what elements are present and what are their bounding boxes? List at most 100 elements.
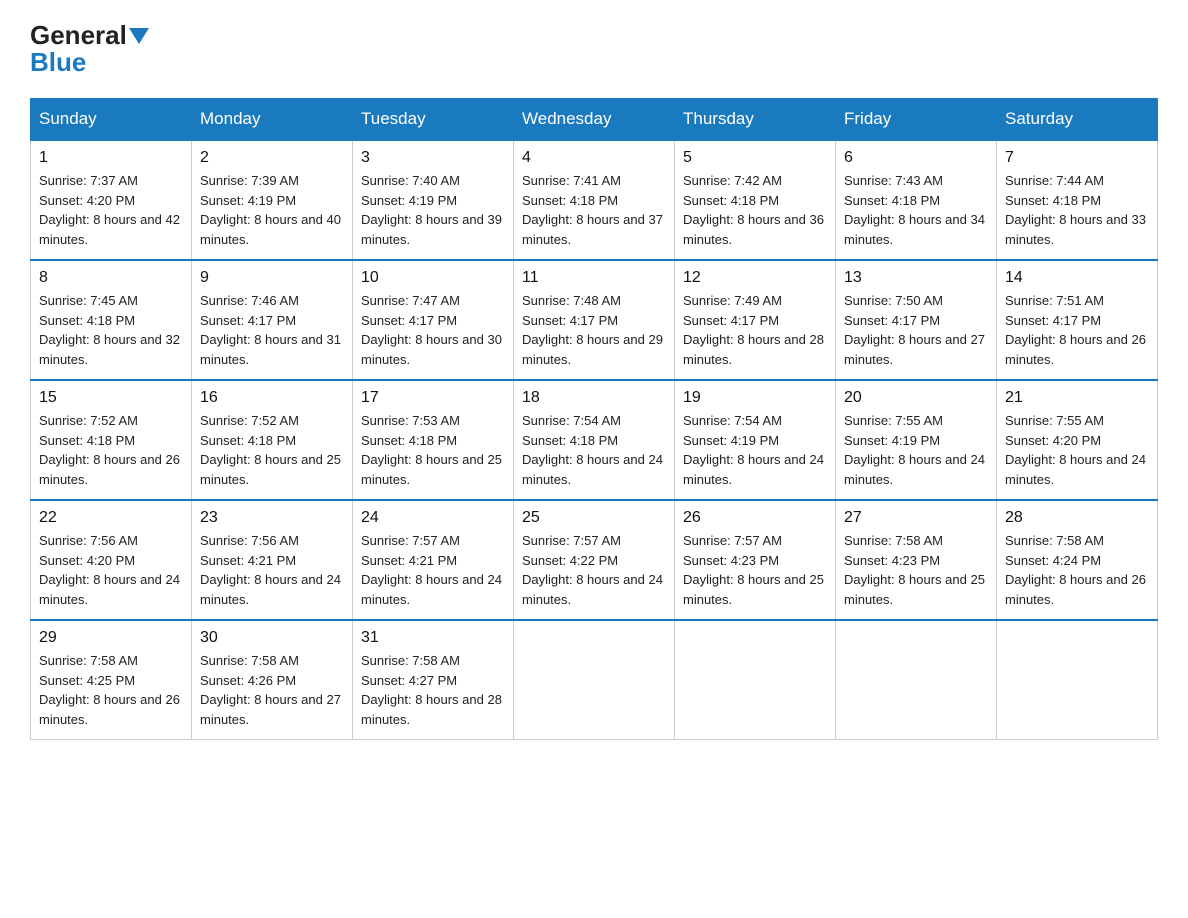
day-number: 30 [200, 629, 344, 647]
day-info: Sunrise: 7:58 AM Sunset: 4:25 PM Dayligh… [39, 651, 183, 729]
calendar-cell: 1 Sunrise: 7:37 AM Sunset: 4:20 PM Dayli… [31, 140, 192, 260]
day-number: 7 [1005, 149, 1149, 167]
day-number: 2 [200, 149, 344, 167]
calendar-cell [675, 620, 836, 740]
day-info: Sunrise: 7:57 AM Sunset: 4:21 PM Dayligh… [361, 531, 505, 609]
day-info: Sunrise: 7:55 AM Sunset: 4:20 PM Dayligh… [1005, 411, 1149, 489]
calendar-cell: 21 Sunrise: 7:55 AM Sunset: 4:20 PM Dayl… [997, 380, 1158, 500]
day-info: Sunrise: 7:56 AM Sunset: 4:21 PM Dayligh… [200, 531, 344, 609]
day-number: 4 [522, 149, 666, 167]
calendar-table: SundayMondayTuesdayWednesdayThursdayFrid… [30, 98, 1158, 740]
day-number: 20 [844, 389, 988, 407]
calendar-cell: 18 Sunrise: 7:54 AM Sunset: 4:18 PM Dayl… [514, 380, 675, 500]
weekday-header-thursday: Thursday [675, 99, 836, 141]
day-number: 15 [39, 389, 183, 407]
day-info: Sunrise: 7:58 AM Sunset: 4:24 PM Dayligh… [1005, 531, 1149, 609]
day-info: Sunrise: 7:48 AM Sunset: 4:17 PM Dayligh… [522, 291, 666, 369]
calendar-cell [836, 620, 997, 740]
day-number: 12 [683, 269, 827, 287]
day-info: Sunrise: 7:57 AM Sunset: 4:22 PM Dayligh… [522, 531, 666, 609]
logo-triangle-icon [129, 28, 149, 44]
day-number: 26 [683, 509, 827, 527]
day-number: 14 [1005, 269, 1149, 287]
logo: General Blue [30, 20, 151, 78]
weekday-header-sunday: Sunday [31, 99, 192, 141]
day-number: 24 [361, 509, 505, 527]
calendar-cell: 28 Sunrise: 7:58 AM Sunset: 4:24 PM Dayl… [997, 500, 1158, 620]
day-info: Sunrise: 7:54 AM Sunset: 4:19 PM Dayligh… [683, 411, 827, 489]
day-info: Sunrise: 7:40 AM Sunset: 4:19 PM Dayligh… [361, 171, 505, 249]
day-info: Sunrise: 7:37 AM Sunset: 4:20 PM Dayligh… [39, 171, 183, 249]
calendar-cell: 27 Sunrise: 7:58 AM Sunset: 4:23 PM Dayl… [836, 500, 997, 620]
day-info: Sunrise: 7:52 AM Sunset: 4:18 PM Dayligh… [200, 411, 344, 489]
day-info: Sunrise: 7:50 AM Sunset: 4:17 PM Dayligh… [844, 291, 988, 369]
day-info: Sunrise: 7:51 AM Sunset: 4:17 PM Dayligh… [1005, 291, 1149, 369]
day-info: Sunrise: 7:45 AM Sunset: 4:18 PM Dayligh… [39, 291, 183, 369]
calendar-cell: 13 Sunrise: 7:50 AM Sunset: 4:17 PM Dayl… [836, 260, 997, 380]
day-number: 22 [39, 509, 183, 527]
day-info: Sunrise: 7:44 AM Sunset: 4:18 PM Dayligh… [1005, 171, 1149, 249]
calendar-cell: 19 Sunrise: 7:54 AM Sunset: 4:19 PM Dayl… [675, 380, 836, 500]
calendar-cell: 12 Sunrise: 7:49 AM Sunset: 4:17 PM Dayl… [675, 260, 836, 380]
calendar-cell: 8 Sunrise: 7:45 AM Sunset: 4:18 PM Dayli… [31, 260, 192, 380]
calendar-week-row: 22 Sunrise: 7:56 AM Sunset: 4:20 PM Dayl… [31, 500, 1158, 620]
day-number: 6 [844, 149, 988, 167]
calendar-cell: 6 Sunrise: 7:43 AM Sunset: 4:18 PM Dayli… [836, 140, 997, 260]
weekday-header-wednesday: Wednesday [514, 99, 675, 141]
day-info: Sunrise: 7:58 AM Sunset: 4:26 PM Dayligh… [200, 651, 344, 729]
calendar-cell: 25 Sunrise: 7:57 AM Sunset: 4:22 PM Dayl… [514, 500, 675, 620]
day-number: 11 [522, 269, 666, 287]
day-info: Sunrise: 7:53 AM Sunset: 4:18 PM Dayligh… [361, 411, 505, 489]
calendar-cell: 22 Sunrise: 7:56 AM Sunset: 4:20 PM Dayl… [31, 500, 192, 620]
day-number: 8 [39, 269, 183, 287]
calendar-cell: 9 Sunrise: 7:46 AM Sunset: 4:17 PM Dayli… [192, 260, 353, 380]
calendar-cell: 10 Sunrise: 7:47 AM Sunset: 4:17 PM Dayl… [353, 260, 514, 380]
calendar-cell [997, 620, 1158, 740]
calendar-cell: 15 Sunrise: 7:52 AM Sunset: 4:18 PM Dayl… [31, 380, 192, 500]
day-number: 13 [844, 269, 988, 287]
day-info: Sunrise: 7:58 AM Sunset: 4:23 PM Dayligh… [844, 531, 988, 609]
calendar-cell: 2 Sunrise: 7:39 AM Sunset: 4:19 PM Dayli… [192, 140, 353, 260]
day-number: 3 [361, 149, 505, 167]
day-info: Sunrise: 7:54 AM Sunset: 4:18 PM Dayligh… [522, 411, 666, 489]
page-header: General Blue [30, 20, 1158, 78]
day-info: Sunrise: 7:47 AM Sunset: 4:17 PM Dayligh… [361, 291, 505, 369]
day-info: Sunrise: 7:39 AM Sunset: 4:19 PM Dayligh… [200, 171, 344, 249]
calendar-cell: 3 Sunrise: 7:40 AM Sunset: 4:19 PM Dayli… [353, 140, 514, 260]
day-info: Sunrise: 7:56 AM Sunset: 4:20 PM Dayligh… [39, 531, 183, 609]
day-info: Sunrise: 7:55 AM Sunset: 4:19 PM Dayligh… [844, 411, 988, 489]
calendar-cell: 4 Sunrise: 7:41 AM Sunset: 4:18 PM Dayli… [514, 140, 675, 260]
logo-blue-text: Blue [30, 47, 86, 77]
weekday-header-friday: Friday [836, 99, 997, 141]
day-number: 27 [844, 509, 988, 527]
weekday-header-tuesday: Tuesday [353, 99, 514, 141]
day-number: 28 [1005, 509, 1149, 527]
weekday-header-saturday: Saturday [997, 99, 1158, 141]
day-number: 23 [200, 509, 344, 527]
calendar-cell: 14 Sunrise: 7:51 AM Sunset: 4:17 PM Dayl… [997, 260, 1158, 380]
calendar-cell: 29 Sunrise: 7:58 AM Sunset: 4:25 PM Dayl… [31, 620, 192, 740]
calendar-cell: 16 Sunrise: 7:52 AM Sunset: 4:18 PM Dayl… [192, 380, 353, 500]
calendar-cell: 26 Sunrise: 7:57 AM Sunset: 4:23 PM Dayl… [675, 500, 836, 620]
calendar-cell: 31 Sunrise: 7:58 AM Sunset: 4:27 PM Dayl… [353, 620, 514, 740]
calendar-cell: 23 Sunrise: 7:56 AM Sunset: 4:21 PM Dayl… [192, 500, 353, 620]
day-number: 18 [522, 389, 666, 407]
day-info: Sunrise: 7:57 AM Sunset: 4:23 PM Dayligh… [683, 531, 827, 609]
calendar-cell [514, 620, 675, 740]
calendar-cell: 7 Sunrise: 7:44 AM Sunset: 4:18 PM Dayli… [997, 140, 1158, 260]
day-info: Sunrise: 7:52 AM Sunset: 4:18 PM Dayligh… [39, 411, 183, 489]
calendar-week-row: 1 Sunrise: 7:37 AM Sunset: 4:20 PM Dayli… [31, 140, 1158, 260]
calendar-cell: 17 Sunrise: 7:53 AM Sunset: 4:18 PM Dayl… [353, 380, 514, 500]
day-number: 9 [200, 269, 344, 287]
calendar-cell: 5 Sunrise: 7:42 AM Sunset: 4:18 PM Dayli… [675, 140, 836, 260]
day-number: 10 [361, 269, 505, 287]
day-number: 31 [361, 629, 505, 647]
day-number: 29 [39, 629, 183, 647]
calendar-week-row: 8 Sunrise: 7:45 AM Sunset: 4:18 PM Dayli… [31, 260, 1158, 380]
day-number: 17 [361, 389, 505, 407]
day-number: 5 [683, 149, 827, 167]
calendar-cell: 11 Sunrise: 7:48 AM Sunset: 4:17 PM Dayl… [514, 260, 675, 380]
day-info: Sunrise: 7:41 AM Sunset: 4:18 PM Dayligh… [522, 171, 666, 249]
day-info: Sunrise: 7:46 AM Sunset: 4:17 PM Dayligh… [200, 291, 344, 369]
day-number: 19 [683, 389, 827, 407]
